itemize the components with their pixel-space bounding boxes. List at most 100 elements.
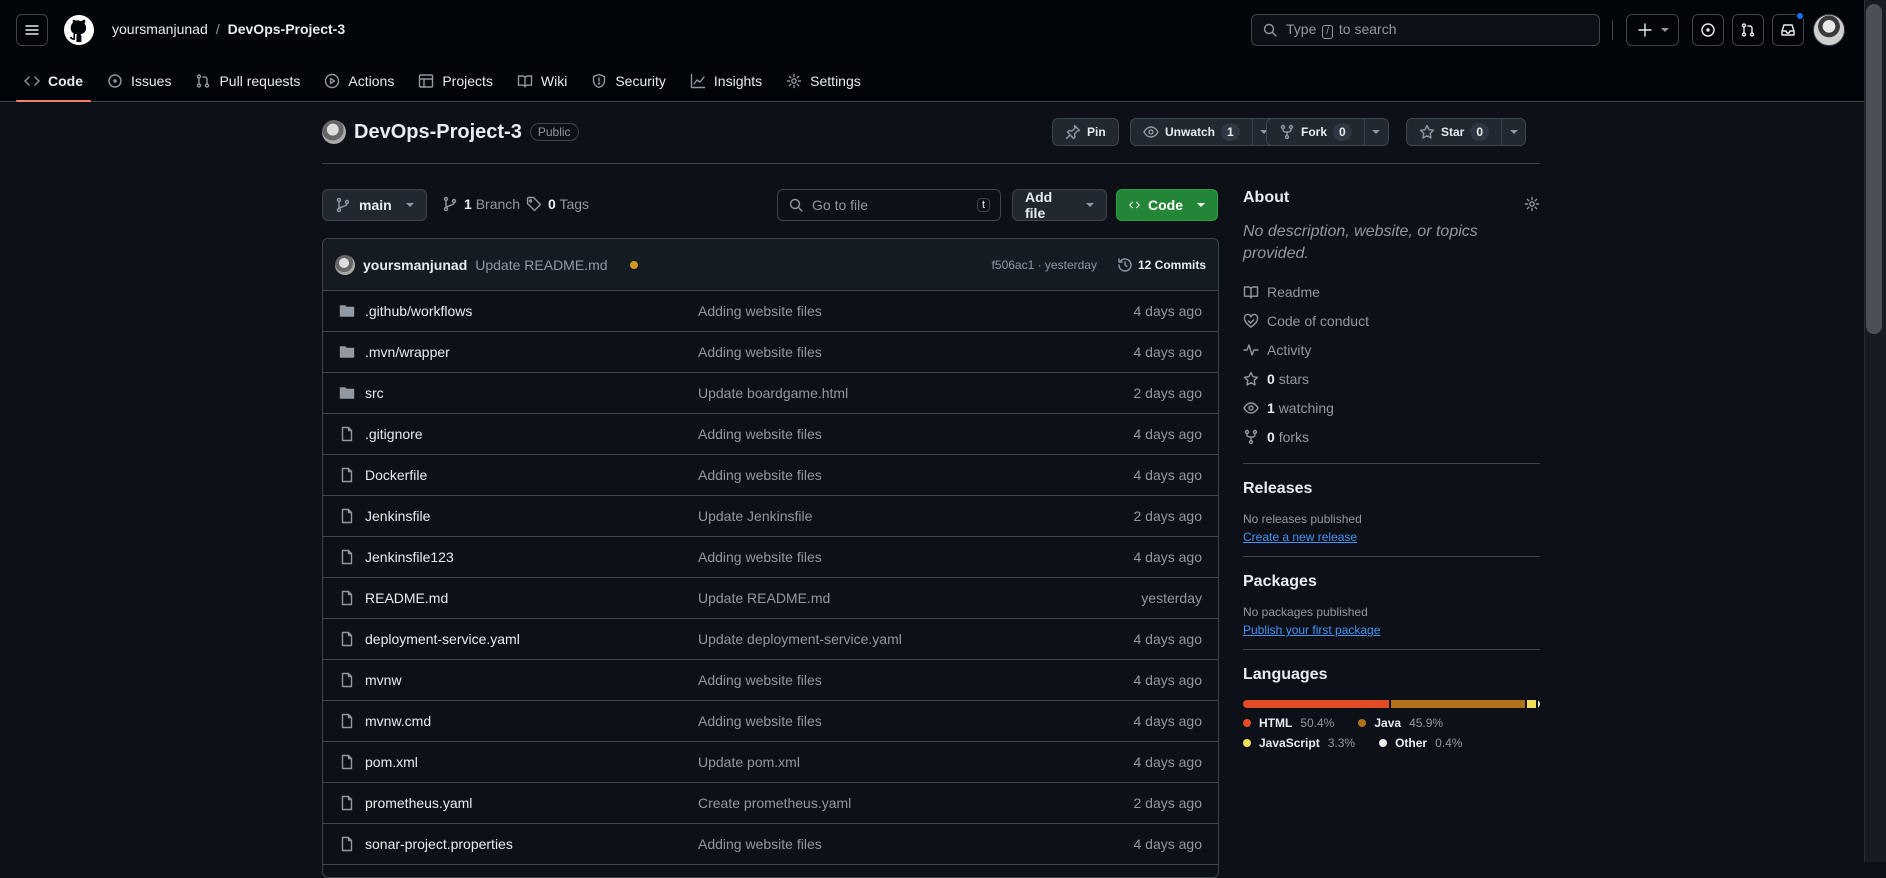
stars-link[interactable]: 0 stars bbox=[1243, 364, 1540, 393]
branches-link[interactable]: 1 Branch bbox=[442, 196, 520, 212]
watching-link[interactable]: 1 watching bbox=[1243, 393, 1540, 422]
code-button[interactable]: Code bbox=[1116, 189, 1218, 221]
pull-requests-button[interactable] bbox=[1732, 14, 1764, 46]
file-name-link[interactable]: README.md bbox=[365, 590, 448, 606]
table-row[interactable]: README.md Update README.md yesterday bbox=[323, 578, 1218, 619]
file-name-link[interactable]: .github/workflows bbox=[365, 303, 472, 319]
file-name-link[interactable]: mvnw bbox=[365, 672, 402, 688]
commit-author-avatar[interactable] bbox=[335, 254, 355, 275]
file-commit-message-link[interactable]: Adding website files bbox=[698, 467, 822, 483]
activity-link[interactable]: Activity bbox=[1243, 335, 1540, 364]
file-commit-message-link[interactable]: Update deployment-service.yaml bbox=[698, 631, 902, 647]
commit-author[interactable]: yoursmanjunad bbox=[363, 257, 467, 273]
file-commit-message-link[interactable]: Adding website files bbox=[698, 344, 822, 360]
file-name-link[interactable]: pom.xml bbox=[365, 754, 418, 770]
fork-button[interactable]: Fork 0 bbox=[1266, 118, 1389, 146]
table-row[interactable]: Dockerfile Adding website files 4 days ago bbox=[323, 455, 1218, 496]
language-item[interactable]: HTML 50.4% bbox=[1243, 716, 1334, 730]
search-input[interactable]: Type / to search bbox=[1251, 14, 1600, 46]
file-commit-message-link[interactable]: Update Jenkinsfile bbox=[698, 508, 812, 524]
file-name-link[interactable]: prometheus.yaml bbox=[365, 795, 472, 811]
table-row[interactable]: src Update boardgame.html 2 days ago bbox=[323, 373, 1218, 414]
file-commit-message-link[interactable]: Adding website files bbox=[698, 713, 822, 729]
table-row[interactable]: pom.xml Update pom.xml 4 days ago bbox=[323, 742, 1218, 783]
star-dropdown[interactable] bbox=[1501, 119, 1525, 145]
gear-icon[interactable] bbox=[1524, 196, 1540, 212]
file-commit-message-link[interactable]: Update pom.xml bbox=[698, 754, 800, 770]
menu-button[interactable] bbox=[16, 14, 48, 46]
tab-issues[interactable]: Issues bbox=[99, 60, 179, 102]
file-commit-message-link[interactable]: Create prometheus.yaml bbox=[698, 795, 851, 811]
language-item[interactable]: Java 45.9% bbox=[1358, 716, 1443, 730]
tab-projects[interactable]: Projects bbox=[410, 60, 501, 102]
table-row[interactable]: Jenkinsfile123 Adding website files 4 days… bbox=[323, 537, 1218, 578]
table-row[interactable]: mvnw.cmd Adding website files 4 days ago bbox=[323, 701, 1218, 742]
file-commit-message-link[interactable]: Update README.md bbox=[698, 590, 830, 606]
table-row[interactable]: .mvn/wrapper Adding website files 4 days a… bbox=[323, 332, 1218, 373]
commit-status-dot[interactable] bbox=[629, 260, 638, 269]
table-row[interactable]: .github/workflows Adding website files 4 d… bbox=[323, 291, 1218, 332]
file-name-link[interactable]: Dockerfile bbox=[365, 467, 427, 483]
table-row[interactable]: sonar-project.properties Adding website f… bbox=[323, 824, 1218, 865]
about-sidebar: About No description, website, or topics… bbox=[1243, 189, 1540, 750]
file-commit-message-link[interactable]: Adding website files bbox=[698, 836, 822, 852]
tab-settings[interactable]: Settings bbox=[778, 60, 869, 102]
table-row[interactable]: Jenkinsfile Update Jenkinsfile 2 days ago bbox=[323, 496, 1218, 537]
tab-security[interactable]: Security bbox=[583, 60, 674, 102]
activity-label: Activity bbox=[1267, 341, 1312, 358]
tab-wiki[interactable]: Wiki bbox=[509, 60, 575, 102]
file-name-link[interactable]: Jenkinsfile bbox=[365, 508, 430, 524]
file-name-link[interactable]: .gitignore bbox=[365, 426, 423, 442]
branch-select[interactable]: main bbox=[322, 189, 427, 221]
forks-link[interactable]: 0 forks bbox=[1243, 422, 1540, 451]
star-button[interactable]: Star 0 bbox=[1406, 118, 1527, 146]
go-to-file-input[interactable]: Go to file t bbox=[777, 189, 1001, 221]
releases-title[interactable]: Releases bbox=[1243, 480, 1540, 498]
tab-pull-requests[interactable]: Pull requests bbox=[187, 60, 308, 102]
user-avatar[interactable] bbox=[1813, 14, 1845, 46]
table-row[interactable]: prometheus.yaml Create prometheus.yaml 2 d… bbox=[323, 783, 1218, 824]
table-row[interactable]: mvnw Adding website files 4 days ago bbox=[323, 660, 1218, 701]
fork-dropdown[interactable] bbox=[1363, 119, 1388, 145]
commit-hash[interactable]: f506ac1 · yesterday bbox=[992, 258, 1097, 272]
commit-message[interactable]: Update README.md bbox=[475, 257, 607, 273]
file-name-link[interactable]: sonar-project.properties bbox=[365, 836, 513, 852]
file-commit-message-link[interactable]: Adding website files bbox=[698, 426, 822, 442]
file-name-link[interactable]: .mvn/wrapper bbox=[365, 344, 450, 360]
tags-link[interactable]: 0 Tags bbox=[526, 196, 589, 212]
unwatch-button[interactable]: Unwatch 1 bbox=[1130, 118, 1277, 146]
github-logo-icon[interactable] bbox=[63, 14, 95, 46]
breadcrumb-owner[interactable]: yoursmanjunad bbox=[112, 21, 208, 37]
readme-link[interactable]: Readme bbox=[1243, 277, 1540, 306]
code-of-conduct-link[interactable]: Code of conduct bbox=[1243, 306, 1540, 335]
publish-package-link[interactable]: Publish your first package bbox=[1243, 623, 1380, 637]
pin-button[interactable]: Pin bbox=[1052, 118, 1119, 146]
owner-avatar[interactable] bbox=[322, 120, 346, 144]
language-item[interactable]: Other 0.4% bbox=[1379, 736, 1462, 750]
issues-button[interactable] bbox=[1692, 14, 1724, 46]
file-name-link[interactable]: src bbox=[365, 385, 384, 401]
breadcrumb-repo[interactable]: DevOps-Project-3 bbox=[228, 21, 345, 37]
file-commit-message-link[interactable]: Adding website files bbox=[698, 303, 822, 319]
file-commit-message-link[interactable]: Update boardgame.html bbox=[698, 385, 848, 401]
tab-code[interactable]: Code bbox=[16, 60, 91, 102]
packages-title[interactable]: Packages bbox=[1243, 573, 1540, 591]
star-count: 0 bbox=[1470, 123, 1490, 141]
tab-actions[interactable]: Actions bbox=[316, 60, 402, 102]
create-new-button[interactable] bbox=[1626, 14, 1679, 46]
file-name-link[interactable]: deployment-service.yaml bbox=[365, 631, 520, 647]
file-commit-message-link[interactable]: Adding website files bbox=[698, 549, 822, 565]
create-release-link[interactable]: Create a new release bbox=[1243, 530, 1357, 544]
commits-link[interactable]: 12 Commits bbox=[1117, 257, 1206, 273]
table-row[interactable]: .gitignore Adding website files 4 days ago bbox=[323, 414, 1218, 455]
repo-name[interactable]: DevOps-Project-3 bbox=[354, 121, 522, 144]
file-name-link[interactable]: mvnw.cmd bbox=[365, 713, 431, 729]
file-name-link[interactable]: Jenkinsfile123 bbox=[365, 549, 454, 565]
add-file-button[interactable]: Add file bbox=[1012, 189, 1107, 221]
scrollbar-thumb[interactable] bbox=[1866, 4, 1882, 334]
language-item[interactable]: JavaScript 3.3% bbox=[1243, 736, 1355, 750]
table-row[interactable] bbox=[323, 865, 1218, 877]
tab-insights[interactable]: Insights bbox=[682, 60, 770, 102]
table-row[interactable]: deployment-service.yaml Update deployment… bbox=[323, 619, 1218, 660]
file-commit-message-link[interactable]: Adding website files bbox=[698, 672, 822, 688]
